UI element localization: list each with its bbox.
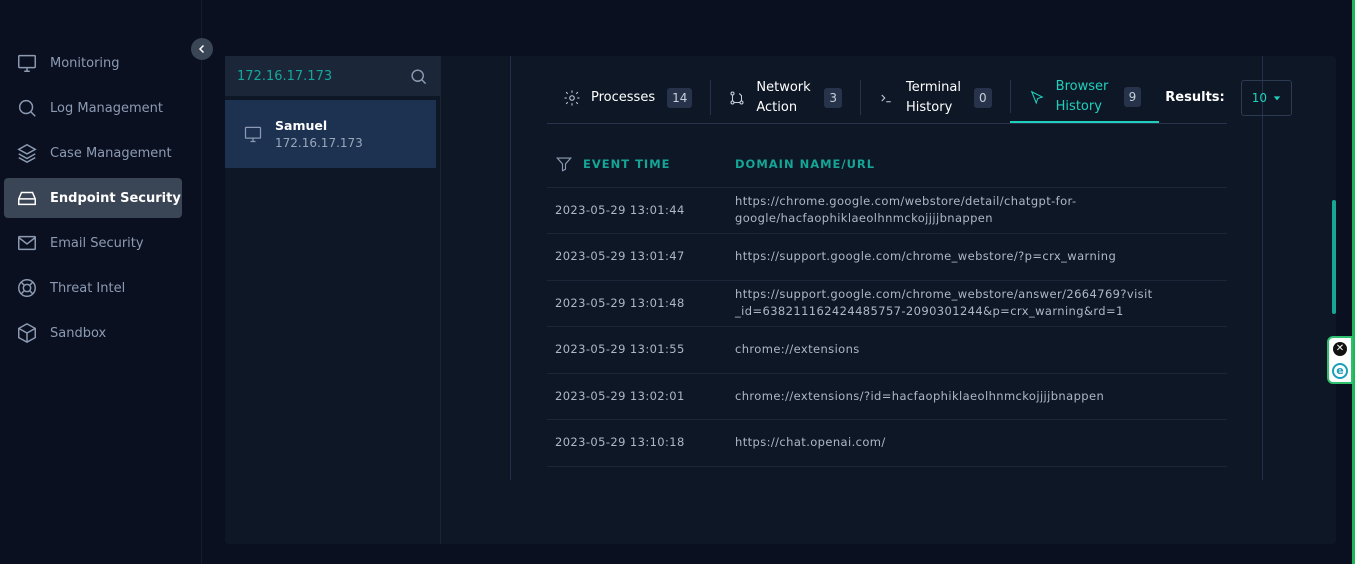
- url-cell: https://chrome.google.com/webstore/detai…: [735, 187, 1227, 234]
- hard-drive-icon: [18, 191, 36, 206]
- sidebar-item-label: Endpoint Security: [50, 190, 181, 206]
- mail-icon: [18, 235, 36, 251]
- sidebar-item-endpoint-security[interactable]: Endpoint Security: [4, 178, 182, 218]
- search-icon[interactable]: [409, 67, 428, 86]
- sidebar-item-log-management[interactable]: Log Management: [4, 88, 182, 128]
- url-text: https://support.google.com/chrome_websto…: [735, 287, 1153, 319]
- tab-label: Terminal History: [906, 79, 961, 115]
- column-header-label: DOMAIN NAME/URL: [735, 156, 876, 171]
- url-cell: chrome://extensions: [735, 326, 1227, 374]
- url-text: https://chrome.google.com/webstore/detai…: [735, 194, 1077, 226]
- host-info: Samuel 172.16.17.173: [275, 118, 363, 150]
- tab-network-action[interactable]: Network Action 3: [710, 72, 860, 123]
- filter-icon[interactable]: [555, 155, 573, 173]
- extension-widget[interactable]: ✕ e: [1327, 336, 1353, 384]
- url-cell: https://chat.openai.com/: [735, 419, 1227, 467]
- host-ip: 172.16.17.173: [275, 136, 363, 150]
- sidebar-item-label: Email Security: [50, 235, 144, 251]
- event-time-cell: 2023-05-29 13:01:47: [547, 233, 735, 281]
- caret-down-icon: [1273, 95, 1280, 100]
- results-label: Results:: [1165, 90, 1225, 105]
- sidebar-nav: Monitoring Log Management Case Managemen…: [4, 43, 182, 358]
- extension-logo-icon[interactable]: e: [1332, 362, 1348, 379]
- monitor-icon: [18, 54, 36, 72]
- sidebar-collapse-button[interactable]: [191, 38, 213, 60]
- host-search-input[interactable]: 172.16.17.173: [237, 69, 332, 84]
- url-cell: https://support.google.com/chrome_websto…: [735, 233, 1227, 281]
- table-row[interactable]: 2023-05-29 13:02:01 chrome://extensions/…: [547, 373, 1227, 420]
- sidebar-item-label: Log Management: [50, 100, 163, 116]
- tab-count-badge: 14: [667, 87, 693, 108]
- detail-pane: Processes 14 Network Action 3 Terminal H…: [510, 56, 1292, 480]
- host-search[interactable]: 172.16.17.173: [225, 56, 440, 96]
- monitor-icon: [244, 126, 262, 143]
- results-per-page: Results: 10: [1159, 72, 1292, 123]
- sidebar-item-email-security[interactable]: Email Security: [4, 223, 182, 263]
- terminal-icon: [881, 94, 891, 102]
- tab-count-badge: 0: [974, 87, 992, 108]
- tab-count-badge: 9: [1123, 86, 1142, 107]
- sidebar-item-label: Case Management: [50, 145, 172, 161]
- url-cell: https://support.google.com/chrome_websto…: [735, 280, 1227, 327]
- sidebar-item-label: Monitoring: [50, 55, 120, 71]
- column-header-label: EVENT TIME: [583, 156, 671, 171]
- column-header-domain[interactable]: DOMAIN NAME/URL: [735, 141, 1227, 188]
- host-list: 172.16.17.173 Samuel 172.16.17.173: [225, 56, 441, 544]
- column-header-event-time[interactable]: EVENT TIME: [547, 141, 735, 188]
- sidebar-item-monitoring[interactable]: Monitoring: [4, 43, 182, 83]
- sidebar-item-threat-intel[interactable]: Threat Intel: [4, 268, 182, 308]
- table-row[interactable]: 2023-05-29 13:01:47 https://support.goog…: [547, 233, 1227, 281]
- table-row[interactable]: 2023-05-29 13:10:18 https://chat.openai.…: [547, 419, 1227, 467]
- event-time-cell: 2023-05-29 13:01:44: [547, 187, 735, 234]
- scrollbar-thumb[interactable]: [1332, 200, 1336, 314]
- browser-history-table: EVENT TIME DOMAIN NAME/URL 2023-05-29 13…: [547, 141, 1227, 467]
- box-icon: [18, 322, 36, 344]
- sidebar-item-label: Threat Intel: [50, 280, 126, 296]
- event-time-cell: 2023-05-29 13:01:55: [547, 326, 735, 374]
- tab-label: Network Action: [756, 79, 811, 115]
- tab-count-badge: 3: [824, 87, 843, 108]
- sidebar-item-label: Sandbox: [50, 325, 107, 341]
- layers-icon: [17, 143, 37, 164]
- table-row[interactable]: 2023-05-29 13:01:55 chrome://extensions: [547, 326, 1227, 374]
- url-cell: chrome://extensions/?id=hacfaophiklaeolh…: [735, 373, 1227, 420]
- event-time-cell: 2023-05-29 13:02:01: [547, 373, 735, 420]
- tab-bar: Processes 14 Network Action 3 Terminal H…: [547, 72, 1292, 124]
- gear-icon: [564, 90, 580, 105]
- event-time-cell: 2023-05-29 13:01:48: [547, 280, 735, 327]
- event-time-cell: 2023-05-29 13:10:18: [547, 419, 735, 467]
- tab-label: Browser History: [1055, 78, 1109, 114]
- tab-label: Processes: [591, 89, 656, 105]
- table-row[interactable]: 2023-05-29 13:01:44 https://chrome.googl…: [547, 187, 1227, 234]
- network-icon: [730, 90, 744, 105]
- host-name: Samuel: [275, 118, 328, 133]
- cursor-icon: [1030, 90, 1044, 105]
- main-panel: 172.16.17.173 Samuel 172.16.17.173 Proce…: [225, 56, 1336, 544]
- table-header-row: EVENT TIME DOMAIN NAME/URL: [547, 141, 1227, 188]
- chevron-left-icon: [198, 44, 205, 54]
- url-text: https://support.google.com/chrome_websto…: [735, 249, 1117, 264]
- close-icon[interactable]: ✕: [1333, 341, 1347, 356]
- host-list-item[interactable]: Samuel 172.16.17.173: [225, 100, 436, 168]
- tab-processes[interactable]: Processes 14: [547, 72, 710, 123]
- search-icon: [18, 99, 36, 117]
- sidebar: Monitoring Log Management Case Managemen…: [0, 0, 202, 564]
- tab-browser-history[interactable]: Browser History 9: [1009, 72, 1160, 123]
- table-row[interactable]: 2023-05-29 13:01:48 https://support.goog…: [547, 280, 1227, 327]
- lifebuoy-icon: [18, 279, 36, 297]
- sidebar-item-sandbox[interactable]: Sandbox: [4, 313, 182, 353]
- sidebar-item-case-management[interactable]: Case Management: [4, 133, 182, 173]
- tab-terminal-history[interactable]: Terminal History 0: [860, 72, 1010, 123]
- results-value: 10: [1251, 90, 1268, 105]
- results-select[interactable]: 10: [1240, 79, 1292, 116]
